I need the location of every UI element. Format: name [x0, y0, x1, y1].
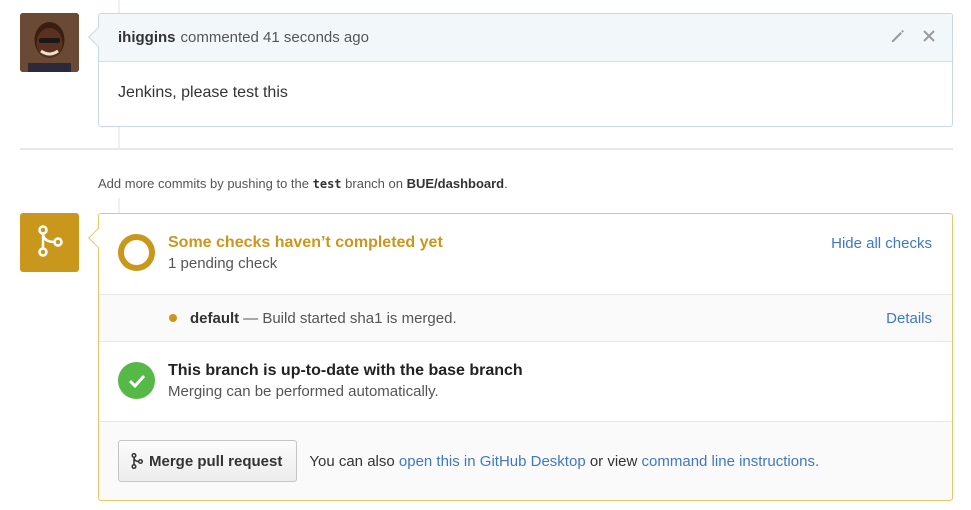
checks-subtitle: 1 pending check	[168, 255, 278, 272]
timeline-divider	[20, 148, 953, 150]
pencil-icon[interactable]	[890, 28, 906, 48]
comment-box: ihiggins commented 41 seconds ago Jenkin…	[88, 13, 953, 127]
check-description: — Build started sha1 is merged.	[243, 309, 457, 327]
branch-status-title: This branch is up-to-date with the base …	[168, 362, 523, 379]
push-hint-middle: branch on	[345, 176, 403, 191]
command-line-instructions-link[interactable]: command line instructions	[642, 453, 815, 470]
merge-pull-request-button[interactable]: Merge pull request	[118, 440, 298, 482]
merge-actions: Merge pull request You can also open thi…	[99, 422, 952, 500]
push-hint-prefix: Add more commits by pushing to the	[98, 176, 309, 191]
push-hint: Add more commits by pushing to the test …	[98, 176, 508, 191]
pending-dot-icon	[169, 314, 177, 322]
merge-box: Some checks haven’t completed yet 1 pend…	[88, 213, 953, 501]
check-item: default — Build started sha1 is merged. …	[99, 294, 952, 342]
check-circle-icon	[118, 362, 155, 399]
branch-status-subtitle: Merging can be performed automatically.	[168, 383, 439, 400]
close-icon[interactable]	[922, 29, 936, 47]
comment-body: Jenkins, please test this	[118, 84, 288, 101]
open-in-desktop-link[interactable]: open this in GitHub Desktop	[399, 453, 586, 470]
checks-title: Some checks haven’t completed yet	[168, 234, 443, 251]
git-merge-icon	[131, 453, 143, 469]
branch-status: This branch is up-to-date with the base …	[99, 342, 952, 422]
comment-meta[interactable]: commented 41 seconds ago	[181, 29, 369, 46]
merge-button-label: Merge pull request	[149, 452, 283, 470]
checks-status: Some checks haven’t completed yet 1 pend…	[99, 214, 952, 294]
git-merge-icon	[35, 224, 65, 262]
push-hint-suffix: .	[504, 176, 508, 191]
check-details-link[interactable]: Details	[886, 310, 932, 327]
merge-text-prefix: You can also	[309, 452, 395, 470]
merge-text-suffix: .	[814, 452, 820, 470]
check-name: default	[190, 309, 240, 327]
branch-name: test	[312, 177, 342, 191]
merge-alternatives-text: You can also open this in GitHub Desktop…	[309, 453, 819, 470]
comment-header: ihiggins commented 41 seconds ago	[99, 14, 952, 62]
timeline-line	[118, 198, 120, 214]
repo-name: BUE/dashboard	[406, 176, 505, 191]
comment-actions	[890, 28, 936, 48]
merge-status-icon-box	[20, 213, 79, 272]
merge-text-middle: or view	[589, 452, 638, 470]
avatar[interactable]	[20, 13, 79, 72]
comment-author[interactable]: ihiggins	[118, 29, 176, 46]
pending-ring-icon	[118, 234, 155, 271]
hide-all-checks-link[interactable]: Hide all checks	[831, 235, 932, 252]
